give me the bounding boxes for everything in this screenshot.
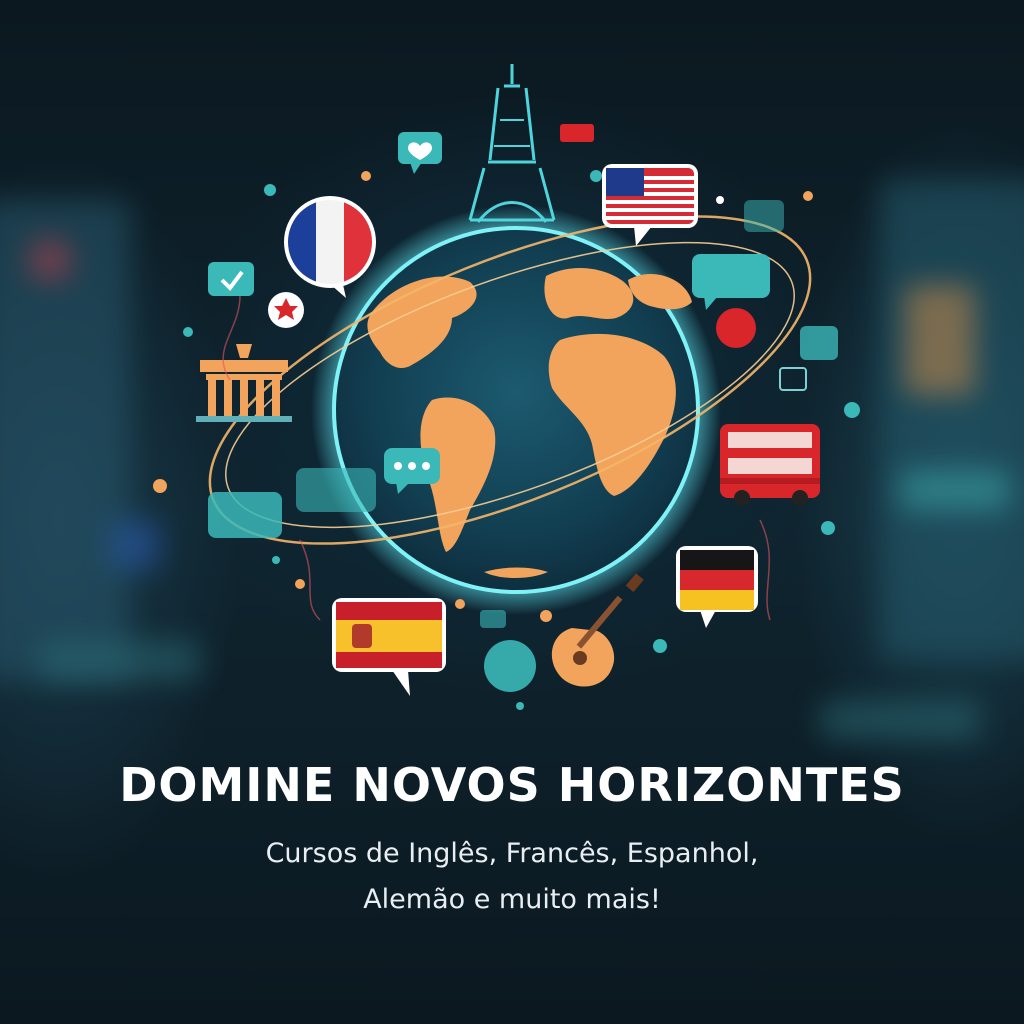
eiffel-tower-icon [468, 64, 556, 223]
subtitle-line-2: Alemão e muito mais! [363, 884, 661, 915]
london-bus-icon [720, 424, 820, 506]
play-icon-box [779, 367, 807, 391]
star-bubble [268, 292, 304, 328]
headline: DOMINE NOVOS HORIZONTES [119, 758, 905, 812]
language-globe-illustration [153, 64, 860, 710]
flag-germany-bubble [676, 546, 758, 628]
chat-dots [394, 462, 430, 470]
subtitle-line-1: Cursos de Inglês, Francês, Espanhol, [265, 838, 759, 869]
brandenburg-gate-icon [196, 344, 292, 422]
flag-spain-bubble [332, 598, 446, 696]
red-tag-icon [560, 124, 594, 142]
